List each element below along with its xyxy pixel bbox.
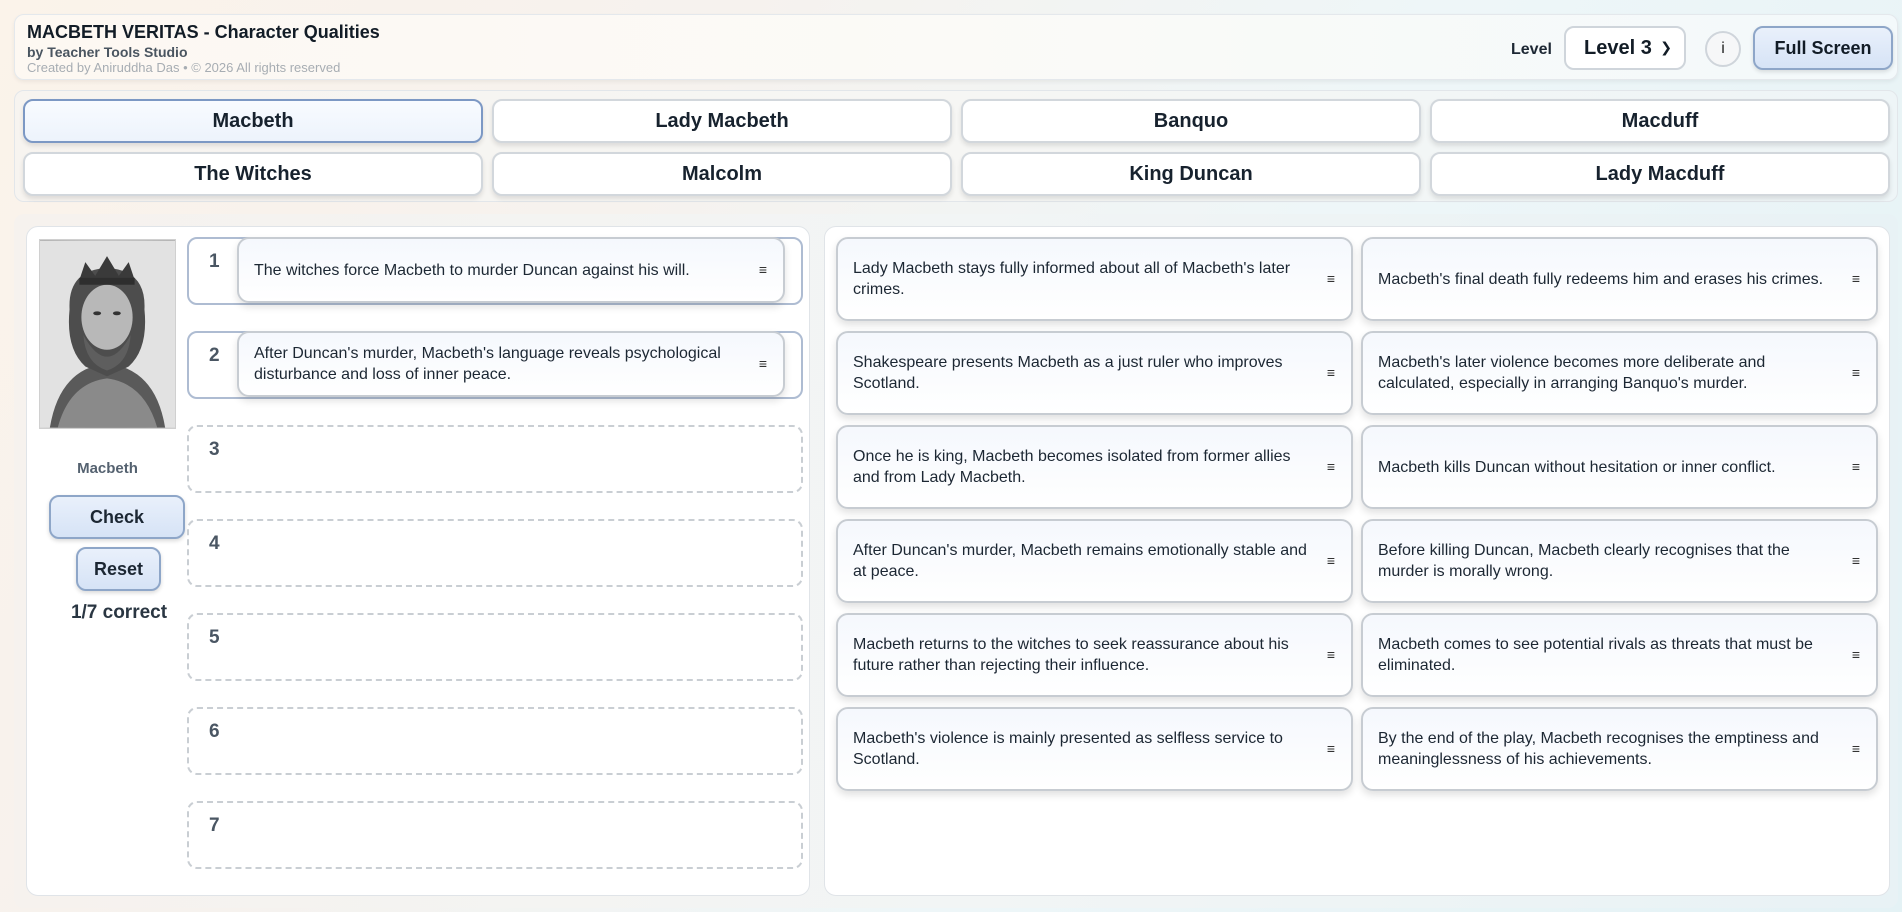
byline: by Teacher Tools Studio bbox=[27, 44, 188, 60]
card-text: Macbeth returns to the witches to seek r… bbox=[853, 636, 1289, 674]
quality-card[interactable]: Before killing Duncan, Macbeth clearly r… bbox=[1361, 519, 1878, 603]
answer-slot-2[interactable]: 2 After Duncan's murder, Macbeth's langu… bbox=[187, 331, 803, 399]
character-tab-macduff[interactable]: Macduff bbox=[1430, 99, 1890, 143]
app-title: MACBETH VERITAS - Character Qualities bbox=[27, 22, 380, 42]
card-text: Shakespeare presents Macbeth as a just r… bbox=[853, 354, 1283, 392]
selected-character-name: Macbeth bbox=[77, 460, 138, 477]
character-tab-malcolm[interactable]: Malcolm bbox=[492, 152, 952, 196]
slot-number: 3 bbox=[209, 439, 220, 460]
quality-card[interactable]: After Duncan's murder, Macbeth remains e… bbox=[836, 519, 1353, 603]
drag-handle-icon[interactable]: ≡ bbox=[1327, 457, 1335, 478]
quality-card[interactable]: Macbeth returns to the witches to seek r… bbox=[836, 613, 1353, 697]
level-label: Level bbox=[1511, 41, 1552, 58]
quality-card[interactable]: Macbeth's final death fully redeems him … bbox=[1361, 237, 1878, 321]
drag-handle-icon[interactable]: ≡ bbox=[1852, 363, 1860, 384]
card-text: Before killing Duncan, Macbeth clearly r… bbox=[1378, 542, 1790, 580]
card-text: Macbeth comes to see potential rivals as… bbox=[1378, 636, 1813, 674]
quality-card[interactable]: Macbeth comes to see potential rivals as… bbox=[1361, 613, 1878, 697]
answer-panel: Macbeth Check Reset 1/7 correct 1 The wi… bbox=[26, 226, 810, 896]
quality-card[interactable]: Shakespeare presents Macbeth as a just r… bbox=[836, 331, 1353, 415]
character-tab-king-duncan[interactable]: King Duncan bbox=[961, 152, 1421, 196]
fullscreen-button[interactable]: Full Screen bbox=[1753, 26, 1893, 70]
score-display: 1/7 correct bbox=[70, 602, 168, 623]
drag-handle-icon[interactable]: ≡ bbox=[1852, 269, 1860, 290]
info-button[interactable]: i bbox=[1705, 31, 1741, 67]
answer-slot-1[interactable]: 1 The witches force Macbeth to murder Du… bbox=[187, 237, 803, 305]
card-text: Macbeth's later violence becomes more de… bbox=[1378, 354, 1766, 392]
card-text: The witches force Macbeth to murder Dunc… bbox=[254, 261, 690, 279]
answer-slot-3[interactable]: 3 bbox=[187, 425, 803, 493]
drag-handle-icon[interactable]: ≡ bbox=[1327, 363, 1335, 384]
level-select[interactable]: Level 3 ❯ bbox=[1564, 26, 1686, 70]
character-tab-lady-macbeth[interactable]: Lady Macbeth bbox=[492, 99, 952, 143]
character-tab-macbeth[interactable]: Macbeth bbox=[23, 99, 483, 143]
answer-slot-4[interactable]: 4 bbox=[187, 519, 803, 587]
drag-handle-icon[interactable]: ≡ bbox=[1327, 739, 1335, 760]
answer-slot-7[interactable]: 7 bbox=[187, 801, 803, 869]
check-button[interactable]: Check bbox=[49, 495, 185, 539]
portrait-image bbox=[40, 240, 175, 428]
chevron-down-icon: ❯ bbox=[1660, 39, 1672, 55]
card-text: After Duncan's murder, Macbeth's languag… bbox=[254, 345, 721, 383]
quality-card[interactable]: Macbeth's later violence becomes more de… bbox=[1361, 331, 1878, 415]
character-portrait bbox=[39, 239, 176, 429]
card-text: Lady Macbeth stays fully informed about … bbox=[853, 260, 1291, 298]
card-text: After Duncan's murder, Macbeth remains e… bbox=[853, 542, 1307, 580]
quality-card[interactable]: Macbeth's violence is mainly presented a… bbox=[836, 707, 1353, 791]
main-area: Macbeth Check Reset 1/7 correct 1 The wi… bbox=[14, 214, 1898, 908]
slot-number: 7 bbox=[209, 815, 220, 836]
card-text: Macbeth's final death fully redeems him … bbox=[1378, 270, 1824, 288]
reset-button[interactable]: Reset bbox=[76, 547, 161, 591]
drag-handle-icon[interactable]: ≡ bbox=[759, 354, 767, 375]
card-text: By the end of the play, Macbeth recognis… bbox=[1378, 730, 1819, 768]
character-selector: Macbeth Lady Macbeth Banquo Macduff The … bbox=[14, 90, 1898, 202]
placed-quality-card[interactable]: After Duncan's murder, Macbeth's languag… bbox=[237, 331, 785, 397]
answer-slot-6[interactable]: 6 bbox=[187, 707, 803, 775]
drag-handle-icon[interactable]: ≡ bbox=[1327, 269, 1335, 290]
slot-number: 2 bbox=[209, 345, 220, 366]
slot-number: 4 bbox=[209, 533, 220, 554]
drag-handle-icon[interactable]: ≡ bbox=[1852, 457, 1860, 478]
quality-card[interactable]: By the end of the play, Macbeth recognis… bbox=[1361, 707, 1878, 791]
slot-number: 6 bbox=[209, 721, 220, 742]
answer-slot-5[interactable]: 5 bbox=[187, 613, 803, 681]
quality-bank: Lady Macbeth stays fully informed about … bbox=[824, 226, 1890, 896]
drag-handle-icon[interactable]: ≡ bbox=[1852, 551, 1860, 572]
quality-card[interactable]: Macbeth kills Duncan without hesitation … bbox=[1361, 425, 1878, 509]
card-text: Macbeth kills Duncan without hesitation … bbox=[1378, 458, 1776, 476]
character-tab-the-witches[interactable]: The Witches bbox=[23, 152, 483, 196]
character-tab-banquo[interactable]: Banquo bbox=[961, 99, 1421, 143]
character-tab-lady-macduff[interactable]: Lady Macduff bbox=[1430, 152, 1890, 196]
app-header: MACBETH VERITAS - Character Qualities by… bbox=[14, 14, 1898, 80]
slot-number: 1 bbox=[209, 251, 220, 272]
level-select-value: Level 3 bbox=[1584, 36, 1652, 59]
quality-card[interactable]: Lady Macbeth stays fully informed about … bbox=[836, 237, 1353, 321]
drag-handle-icon[interactable]: ≡ bbox=[1327, 551, 1335, 572]
credit-line: Created by Aniruddha Das • © 2026 All ri… bbox=[27, 60, 341, 75]
placed-quality-card[interactable]: The witches force Macbeth to murder Dunc… bbox=[237, 237, 785, 303]
card-text: Macbeth's violence is mainly presented a… bbox=[853, 730, 1283, 768]
drag-handle-icon[interactable]: ≡ bbox=[1327, 645, 1335, 666]
drag-handle-icon[interactable]: ≡ bbox=[1852, 739, 1860, 760]
card-text: Once he is king, Macbeth becomes isolate… bbox=[853, 448, 1291, 486]
quality-card[interactable]: Once he is king, Macbeth becomes isolate… bbox=[836, 425, 1353, 509]
drag-handle-icon[interactable]: ≡ bbox=[759, 260, 767, 281]
drag-handle-icon[interactable]: ≡ bbox=[1852, 645, 1860, 666]
slot-number: 5 bbox=[209, 627, 220, 648]
